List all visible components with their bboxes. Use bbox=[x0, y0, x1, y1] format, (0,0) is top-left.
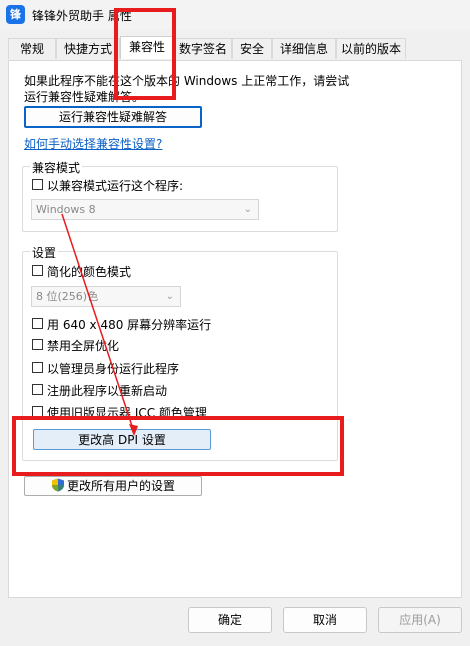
annotation-arrow bbox=[61, 213, 138, 436]
